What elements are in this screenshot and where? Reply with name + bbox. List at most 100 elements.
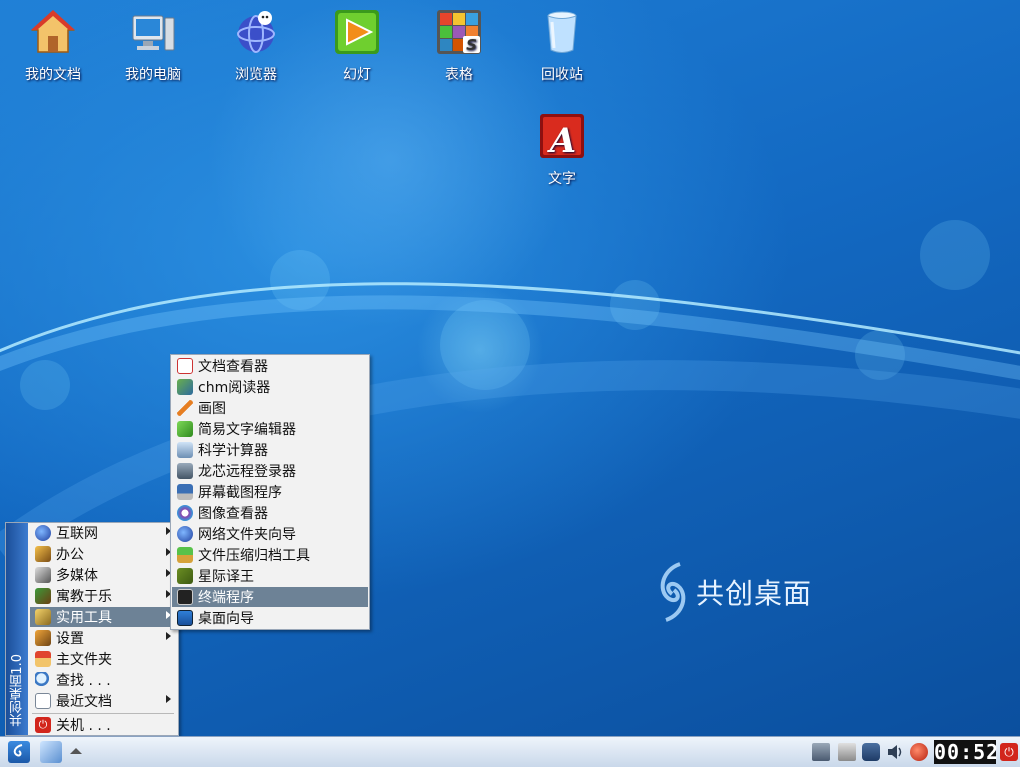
menu-item-label: chm阅读器	[198, 380, 271, 396]
start-item-find[interactable]: 查找 . . .	[30, 670, 177, 690]
bokeh-light	[270, 250, 330, 310]
desktop-icon-trash[interactable]: 回收站	[517, 8, 607, 84]
computer-icon	[132, 15, 175, 51]
menu-separator	[32, 713, 174, 714]
network-icon[interactable]	[812, 743, 830, 761]
eject-icon[interactable]	[68, 741, 84, 763]
desktop-icon-writer[interactable]: A 文字	[517, 112, 607, 188]
tools-icon	[35, 609, 51, 625]
start-menu-stripe: 共创桌面1.0	[6, 523, 28, 735]
svg-text:S: S	[466, 36, 477, 54]
house-icon	[31, 10, 75, 53]
spreadsheet-icon: S	[437, 10, 481, 54]
menu-item-label: 最近文档	[56, 694, 112, 710]
submenu-item-paint[interactable]: 画图	[172, 398, 368, 418]
menu-item-label: 简易文字编辑器	[198, 422, 296, 438]
menu-item-label: 文档查看器	[198, 359, 268, 375]
desktop-icon-spreadsheet[interactable]: S 表格	[414, 8, 504, 84]
desktop-icon-my-documents[interactable]: 我的文档	[8, 8, 98, 84]
menu-item-label: 网络文件夹向导	[198, 527, 296, 543]
brand-logo-icon	[660, 562, 686, 622]
office-icon	[35, 546, 51, 562]
find-icon	[35, 672, 51, 688]
desktop-icon-my-computer[interactable]: 我的电脑	[108, 8, 198, 84]
start-item-internet[interactable]: 互联网	[30, 523, 177, 543]
multimedia-icon	[35, 567, 51, 583]
start-item-home-folder[interactable]: 主文件夹	[30, 649, 177, 669]
submenu-item-desktop-wizard[interactable]: 桌面向导	[172, 608, 368, 628]
submenu-item-terminal[interactable]: 终端程序	[172, 587, 368, 607]
browser-globe-icon	[237, 11, 275, 53]
desktop-icon-label: 文字	[548, 171, 576, 187]
submenu-item-image-viewer[interactable]: 图像查看器	[172, 503, 368, 523]
submenu-item-remote-login[interactable]: 龙芯远程登录器	[172, 461, 368, 481]
bokeh-light	[920, 220, 990, 290]
menu-item-label: 文件压缩归档工具	[198, 548, 310, 564]
submenu-arrow-icon	[166, 632, 171, 640]
start-item-recent-documents[interactable]: 最近文档	[30, 691, 177, 711]
start-item-multimedia[interactable]: 多媒体	[30, 565, 177, 585]
start-item-education[interactable]: 寓教于乐	[30, 586, 177, 606]
menu-item-label: 多媒体	[56, 568, 98, 584]
utilities-submenu: 文档查看器 chm阅读器 画图 简易文字编辑器 科学计算器 龙芯远程登录器 屏幕…	[170, 354, 370, 630]
menu-item-label: 互联网	[56, 526, 98, 542]
volume-icon[interactable]	[886, 743, 904, 761]
bokeh-light	[610, 280, 660, 330]
start-item-office[interactable]: 办公	[30, 544, 177, 564]
show-desktop-icon[interactable]	[40, 741, 62, 763]
desktop-icon-browser[interactable]: 浏览器	[211, 8, 301, 84]
submenu-item-dictionary[interactable]: 星际译王	[172, 566, 368, 586]
submenu-item-document-viewer[interactable]: 文档查看器	[172, 356, 368, 376]
menu-item-label: 设置	[56, 631, 84, 647]
bokeh-light	[440, 300, 530, 390]
svg-text:A: A	[547, 121, 576, 160]
trash-icon	[547, 11, 577, 53]
menu-item-label: 屏幕截图程序	[198, 485, 282, 501]
menu-item-label: 终端程序	[198, 590, 254, 606]
start-menu-stripe-text: 共创桌面1.0	[10, 654, 25, 727]
desktop-icon-label: 回收站	[541, 67, 583, 83]
usb-icon[interactable]	[862, 743, 880, 761]
desktop-icon-label: 表格	[445, 67, 473, 83]
chm-reader-icon	[177, 379, 193, 395]
submenu-item-archive[interactable]: 文件压缩归档工具	[172, 545, 368, 565]
bokeh-light	[855, 330, 905, 380]
menu-item-label: 主文件夹	[56, 652, 112, 668]
terminal-icon	[177, 589, 193, 605]
submenu-item-text-editor[interactable]: 简易文字编辑器	[172, 419, 368, 439]
slideshow-icon	[335, 10, 379, 54]
calculator-icon	[177, 442, 193, 458]
submenu-item-screenshot[interactable]: 屏幕截图程序	[172, 482, 368, 502]
dictionary-icon	[177, 568, 193, 584]
taskbar: 00:52 ⏻	[0, 736, 1020, 767]
menu-item-label: 实用工具	[56, 610, 112, 626]
start-item-settings[interactable]: 设置	[30, 628, 177, 648]
desktop-wizard-icon	[177, 610, 193, 626]
screenshot-icon	[177, 484, 193, 500]
start-item-utilities[interactable]: 实用工具	[30, 607, 177, 627]
menu-item-label: 画图	[198, 401, 226, 417]
desktop-icon-slides[interactable]: 幻灯	[312, 8, 402, 84]
network-folder-icon	[177, 526, 193, 542]
image-viewer-icon	[177, 505, 193, 521]
globe-icon	[35, 525, 51, 541]
submenu-item-network-folder[interactable]: 网络文件夹向导	[172, 524, 368, 544]
start-item-shutdown[interactable]: ⏻ 关机 . . .	[30, 715, 177, 735]
brand-watermark: 共创桌面	[656, 560, 812, 624]
home-folder-icon	[35, 651, 51, 667]
remote-login-icon	[177, 463, 193, 479]
power-icon[interactable]: ⏻	[1000, 743, 1018, 761]
brand-text: 共创桌面	[696, 577, 813, 610]
menu-item-label: 寓教于乐	[56, 589, 112, 605]
submenu-item-calculator[interactable]: 科学计算器	[172, 440, 368, 460]
start-logo-icon[interactable]	[8, 741, 30, 763]
document-viewer-icon	[177, 358, 193, 374]
printer-icon[interactable]	[838, 743, 856, 761]
input-method-icon[interactable]	[910, 743, 928, 761]
menu-item-label: 科学计算器	[198, 443, 268, 459]
shutdown-icon: ⏻	[35, 717, 51, 733]
submenu-item-chm-reader[interactable]: chm阅读器	[172, 377, 368, 397]
menu-item-label: 图像查看器	[198, 506, 268, 522]
archive-icon	[177, 547, 193, 563]
desktop-icon-label: 我的文档	[25, 67, 81, 83]
